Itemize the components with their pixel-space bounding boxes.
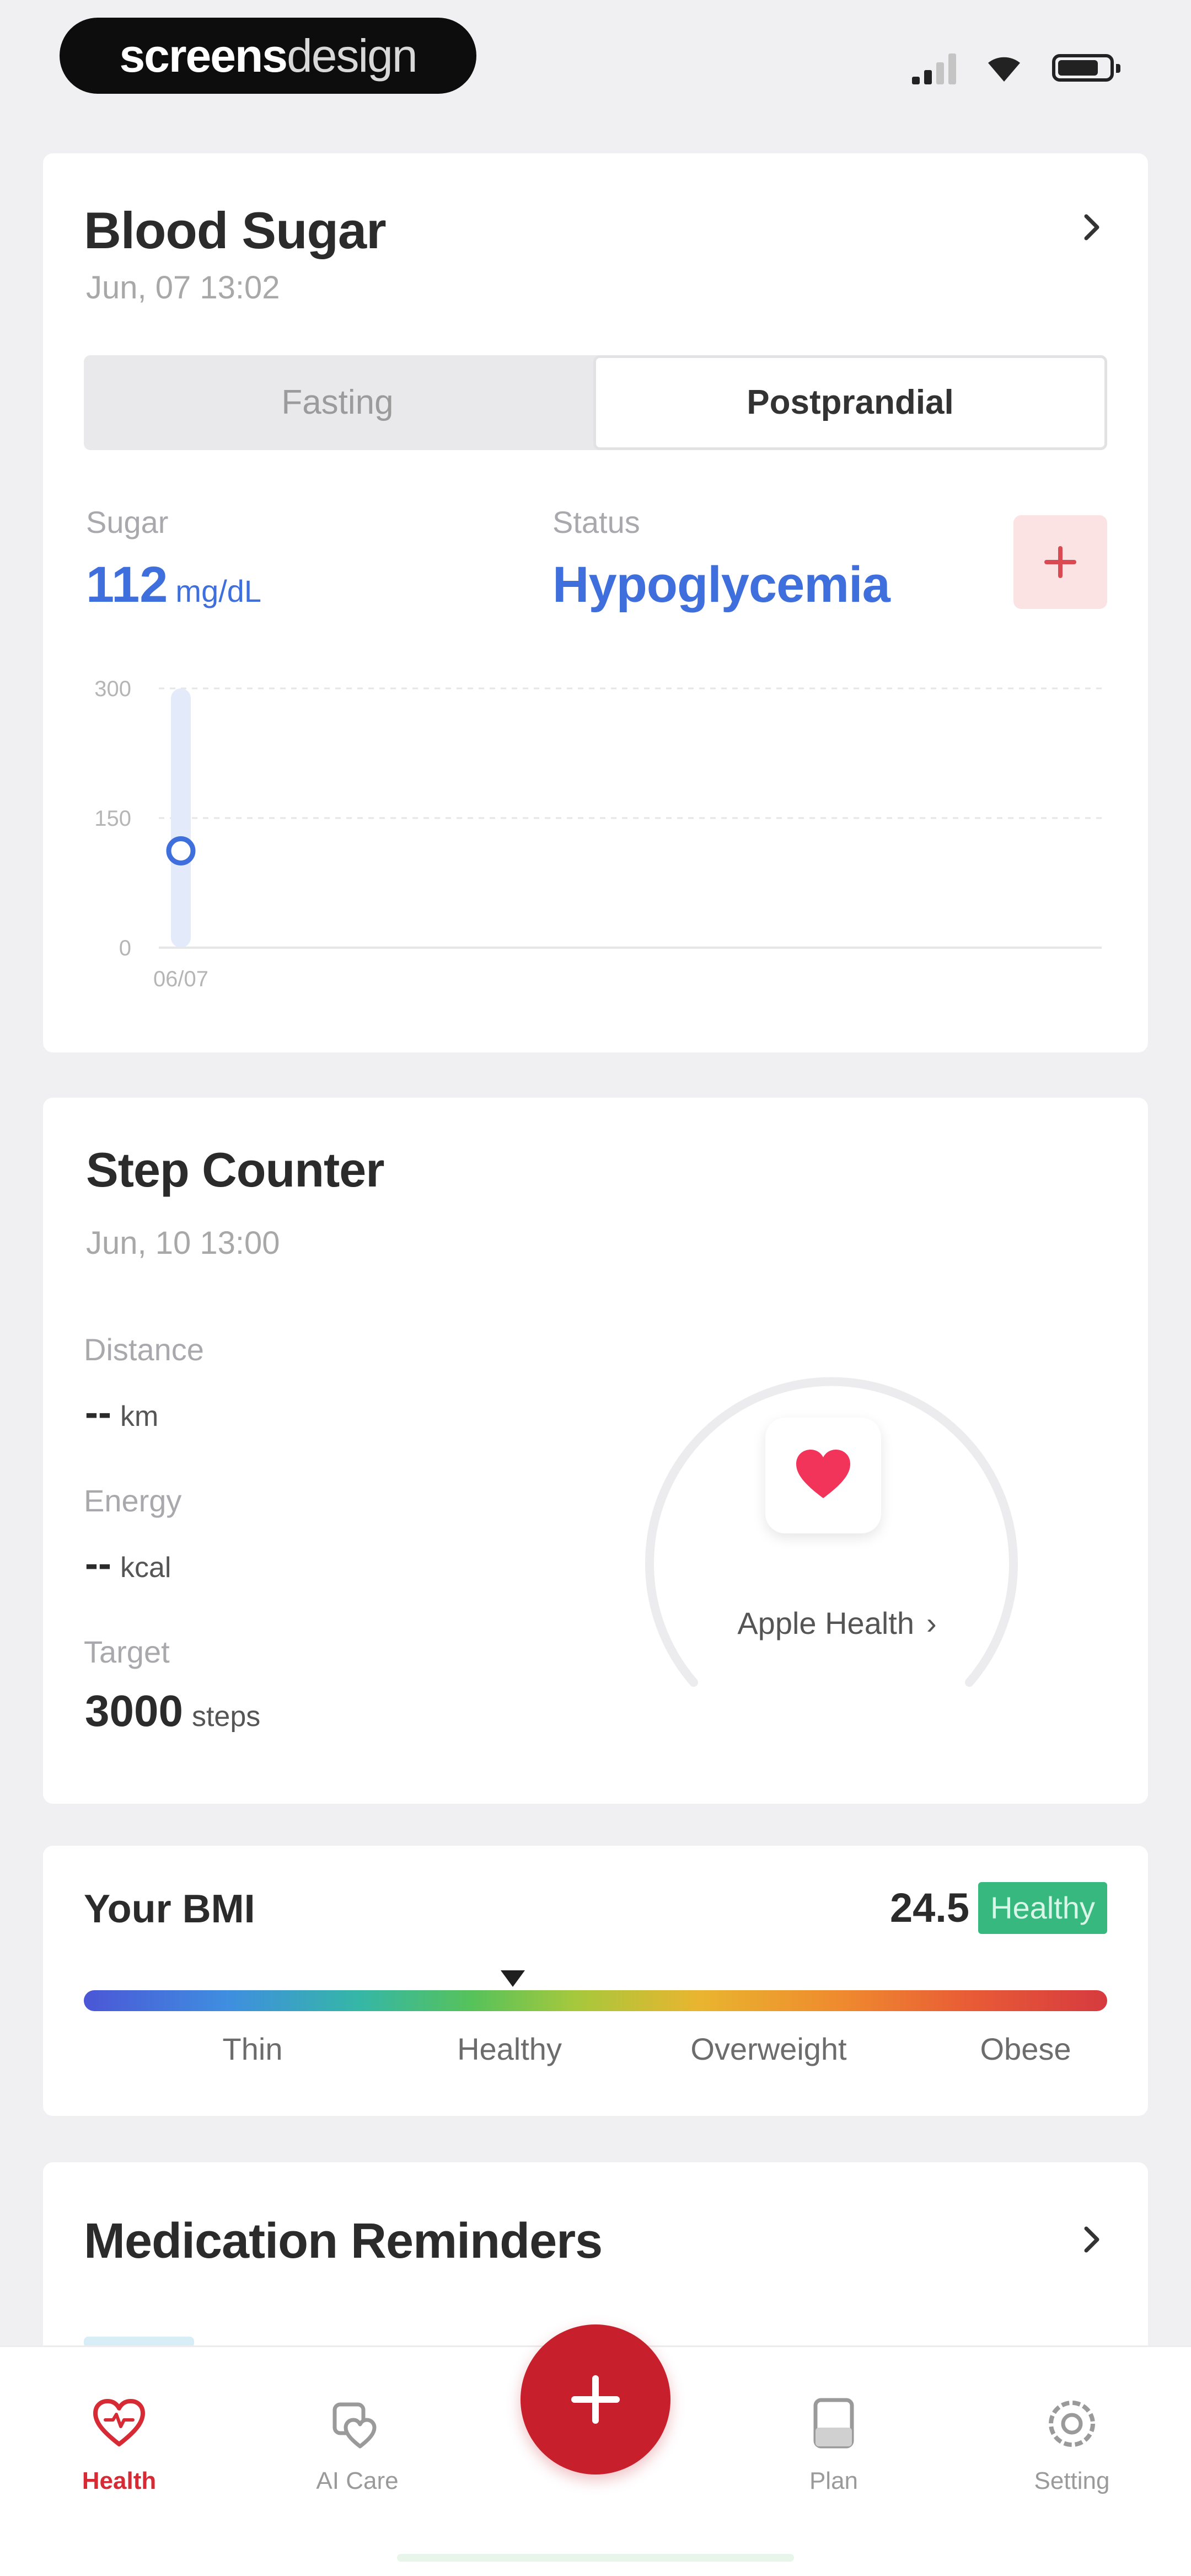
energy-unit: kcal [120,1552,171,1584]
tab-plan[interactable]: Plan [768,2371,900,2515]
health-home-screen: screensdesign Blood Sugar Jun, 07 13:02 … [0,0,1191,2576]
step-counter-card[interactable]: Step Counter Jun, 10 13:00 Distance -- km… [43,1098,1148,1804]
blood-sugar-title: Blood Sugar [84,201,387,259]
bmi-title: Your BMI [84,1887,255,1931]
bmi-card[interactable]: Your BMI 24.5 Healthy Thin Healthy Overw… [43,1846,1148,2116]
energy-number: -- [85,1542,111,1586]
chart-data-point [166,836,196,866]
chevron-right-icon[interactable] [1074,2222,1109,2257]
bmi-status-badge: Healthy [978,1882,1107,1934]
add-record-fab[interactable] [521,2324,670,2475]
blood-sugar-card[interactable]: Blood Sugar Jun, 07 13:02 Fasting Postpr… [43,153,1148,1052]
chart-y-tick-label: 0 [119,936,131,960]
chevron-right-icon: › [926,1606,937,1640]
brand-logo-bold: screens [119,30,288,82]
heart-icon [93,2399,145,2446]
home-indicator [397,2554,794,2562]
blood-sugar-timestamp: Jun, 07 13:02 [86,270,280,306]
energy-label: Energy [84,1483,182,1518]
bmi-category-overweight: Overweight [690,2032,847,2066]
sugar-number: 112 [86,557,168,613]
sugar-unit: mg/dL [175,574,262,608]
energy-value: -- kcal [85,1541,171,1586]
status-value: Hypoglycemia [552,557,890,613]
target-unit: steps [191,1701,261,1733]
distance-number: -- [85,1391,111,1435]
tab-health-label: Health [82,2467,157,2494]
status-label: Status [552,505,640,539]
bmi-category-obese: Obese [980,2032,1071,2066]
add-reading-button[interactable] [1013,515,1107,609]
tab-health[interactable]: Health [53,2371,185,2515]
brand-logo: screensdesign [60,18,476,94]
wifi-icon [988,57,1020,82]
tab-setting-label: Setting [1034,2467,1110,2494]
target-label: Target [84,1634,170,1669]
apple-health-label: Apple Health [737,1606,914,1640]
step-counter-timestamp: Jun, 10 13:00 [86,1225,280,1261]
chevron-right-icon[interactable] [1074,210,1109,245]
tab-plan-label: Plan [809,2467,859,2494]
target-number: 3000 [85,1686,183,1735]
distance-label: Distance [84,1332,204,1367]
blood-sugar-chart: 300 150 0 06/07 [94,677,1102,991]
chart-x-tick-label: 06/07 [153,967,208,991]
tab-setting[interactable]: Setting [1006,2371,1138,2515]
chart-highlight-column [171,688,191,948]
bmi-marker [501,1970,525,1987]
medication-reminders-title: Medication Reminders [84,2214,603,2269]
tab-postprandial[interactable]: Postprandial [593,355,1107,450]
step-progress-ring [645,1377,1018,1687]
tab-ai-care-label: AI Care [316,2467,399,2494]
sugar-label: Sugar [86,505,169,539]
chart-y-tick-label: 150 [94,806,131,831]
status-bar: screensdesign [0,0,1191,110]
signal-icon [912,51,956,84]
target-value: 3000 steps [85,1686,260,1736]
bmi-value: 24.5 [889,1885,969,1931]
ai-care-icon [332,2402,377,2449]
chart-y-tick-label: 300 [94,677,131,701]
apple-health-link[interactable]: Apple Health › [694,1605,980,1641]
sugar-value: 112 mg/dL [86,556,261,614]
apple-health-tile[interactable] [765,1418,881,1533]
meal-segmented-control: Fasting Postprandial [84,355,1107,450]
bmi-category-healthy: Healthy [457,2032,562,2066]
distance-unit: km [120,1401,159,1433]
tab-ai-care[interactable]: AI Care [291,2371,423,2515]
gear-icon [1049,2401,1095,2447]
distance-value: -- km [85,1390,158,1435]
bmi-category-thin: Thin [222,2032,283,2066]
heart-icon [796,1450,850,1498]
status-icons [912,49,1120,87]
step-counter-title: Step Counter [86,1142,384,1197]
plan-icon [813,2398,854,2449]
brand-logo-light: design [287,30,418,82]
bmi-scale-bar [84,1990,1107,2011]
battery-icon [1052,54,1120,82]
tab-fasting[interactable]: Fasting [84,355,591,450]
